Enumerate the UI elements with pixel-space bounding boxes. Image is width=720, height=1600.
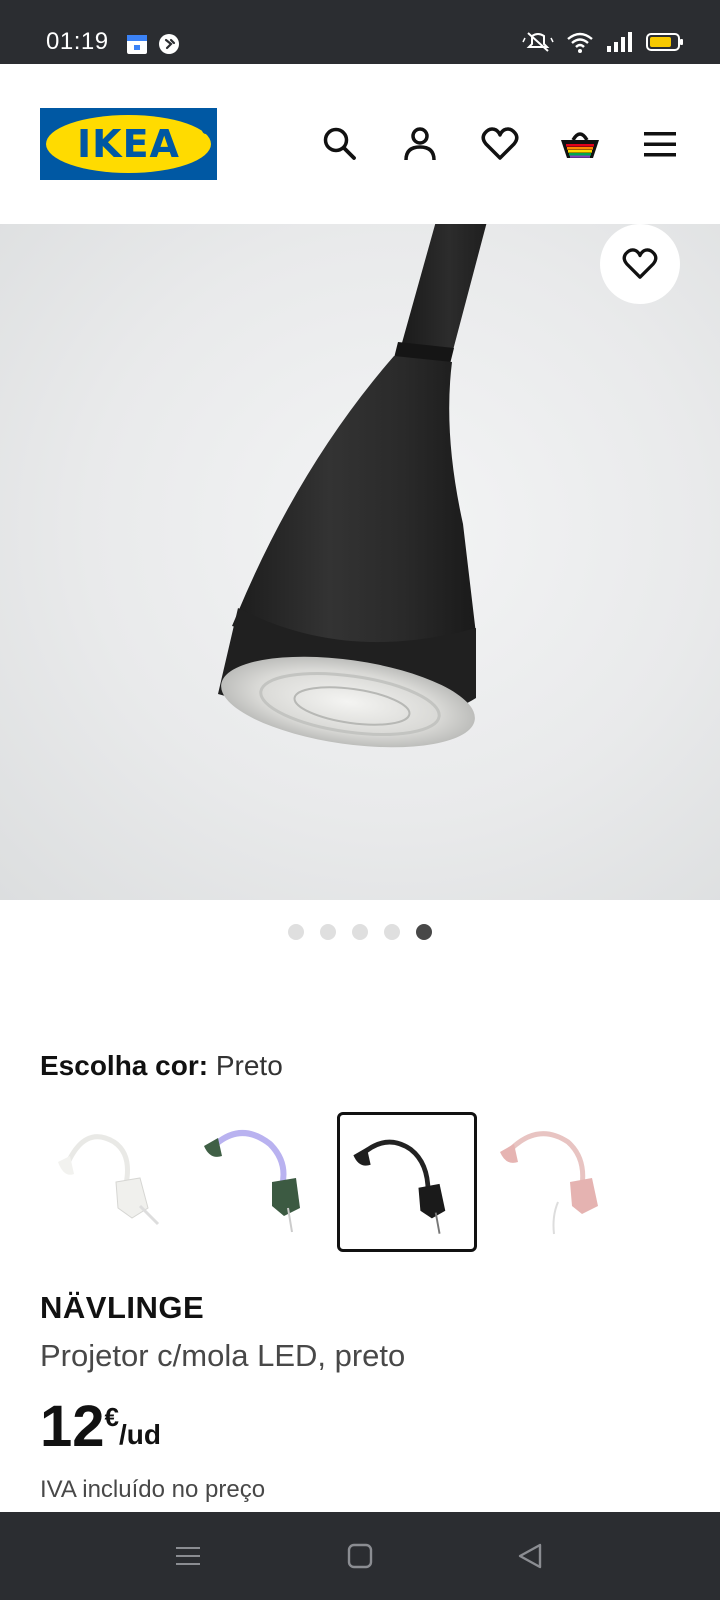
vat-note: IVA incluído no preço [40, 1476, 266, 1503]
color-choice-label: Escolha cor: Preto [40, 1050, 283, 1082]
search-icon[interactable] [318, 122, 362, 166]
home-icon[interactable] [338, 1534, 382, 1578]
heart-icon [622, 248, 658, 279]
recents-icon[interactable] [166, 1534, 210, 1578]
color-option-white[interactable] [44, 1112, 184, 1252]
product-description: Projetor c/mola LED, preto [40, 1338, 406, 1373]
status-bar: 01:19 [0, 0, 720, 64]
lamp-photo [218, 224, 487, 748]
carousel-dot[interactable] [384, 924, 400, 940]
cart-icon[interactable] [558, 122, 602, 166]
color-option-green[interactable] [192, 1112, 332, 1252]
ikea-logo[interactable]: IKEA [40, 108, 217, 180]
product-name[interactable]: NÄVLINGE [40, 1290, 204, 1326]
price-currency: € [104, 1402, 119, 1432]
product-image[interactable] [0, 224, 720, 900]
wifi-icon [567, 32, 593, 53]
color-option-pink[interactable] [488, 1112, 628, 1252]
price-unit: /ud [118, 1419, 161, 1450]
signal-icon [607, 32, 632, 52]
price-integer: 12 [40, 1394, 105, 1459]
menu-icon[interactable] [638, 122, 682, 166]
carousel-dot[interactable] [352, 924, 368, 940]
product-price: 12 € /ud [40, 1396, 161, 1458]
account-icon[interactable] [398, 122, 442, 166]
add-to-favorites-button[interactable] [600, 224, 680, 304]
system-nav-bar [0, 1512, 720, 1600]
selected-color: Preto [215, 1050, 283, 1081]
battery-icon [646, 33, 683, 51]
logo-text: IKEA [77, 122, 180, 166]
color-option-black[interactable] [337, 1112, 477, 1252]
calendar-icon [127, 35, 147, 54]
favorites-icon[interactable] [478, 122, 522, 166]
carousel-dots [0, 924, 720, 940]
shazam-icon [159, 34, 179, 54]
carousel-dot[interactable] [320, 924, 336, 940]
mute-icon [522, 32, 554, 52]
site-header: IKEA [0, 64, 720, 224]
color-label-title: Escolha cor: [40, 1050, 209, 1081]
status-time: 01:19 [46, 28, 109, 55]
back-icon[interactable] [508, 1534, 552, 1578]
carousel-dot[interactable] [288, 924, 304, 940]
carousel-dot[interactable] [416, 924, 432, 940]
